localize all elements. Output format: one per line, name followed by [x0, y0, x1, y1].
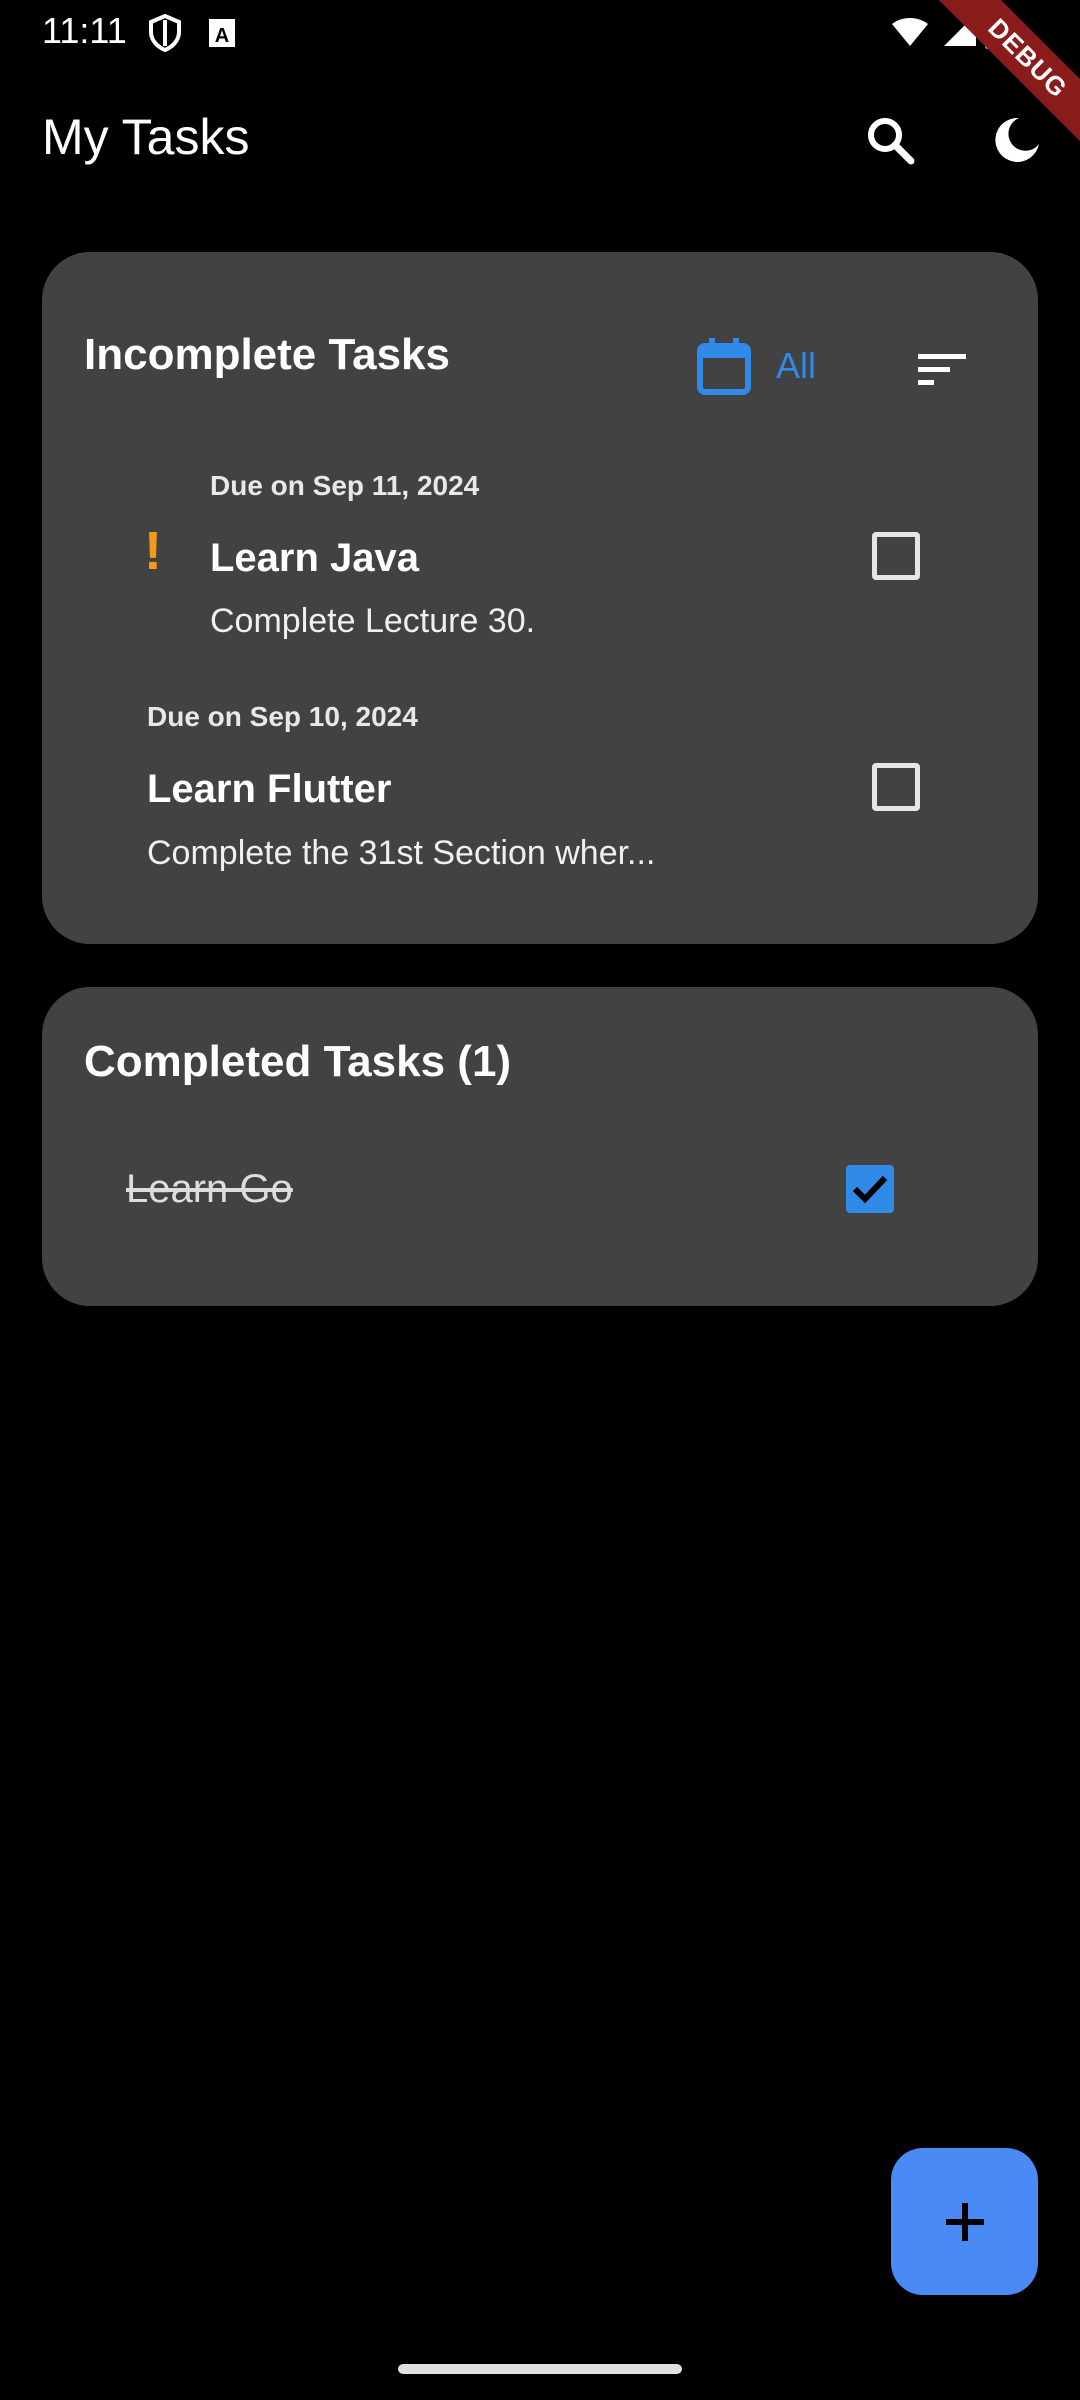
sort-button[interactable]	[902, 330, 982, 410]
date-filter-button[interactable]: All	[696, 328, 816, 404]
check-icon	[852, 1175, 888, 1204]
wifi-icon	[890, 14, 930, 53]
incomplete-tasks-title: Incomplete Tasks	[84, 330, 450, 379]
task-description: Complete Lecture 30.	[210, 602, 536, 640]
search-icon	[868, 118, 915, 165]
theme-toggle-button[interactable]	[977, 100, 1057, 180]
task-title[interactable]: Learn Java	[210, 536, 419, 581]
completed-tasks-title: Completed Tasks (1)	[84, 1037, 512, 1086]
plus-icon	[945, 2202, 984, 2241]
add-task-button[interactable]	[891, 2148, 1038, 2295]
search-button[interactable]	[850, 100, 930, 180]
page-title: My Tasks	[42, 109, 250, 165]
screen: 11:11 A DEBUG My Tasks Incomplete Tasks …	[0, 0, 1080, 2400]
completed-task-checkbox[interactable]	[846, 1165, 894, 1213]
keyboard-a-icon: A	[208, 18, 236, 53]
priority-icon: !	[144, 521, 162, 581]
dark-mode-icon	[995, 117, 1039, 162]
svg-text:A: A	[215, 25, 229, 47]
status-time: 11:11	[42, 10, 127, 51]
calendar-icon	[697, 338, 751, 395]
task-checkbox[interactable]	[872, 763, 920, 811]
gesture-nav-handle[interactable]	[398, 2364, 682, 2374]
battery-icon	[984, 12, 1006, 55]
date-filter-label: All	[776, 345, 817, 386]
task-description: Complete the 31st Section wher...	[147, 834, 656, 872]
status-bar: 11:11 A	[0, 0, 1080, 64]
shield-icon	[148, 13, 182, 57]
sort-icon	[918, 354, 966, 385]
task-title[interactable]: Learn Flutter	[147, 767, 391, 812]
completed-task-title[interactable]: Learn Go	[126, 1167, 293, 1212]
completed-tasks-card: Completed Tasks (1) Learn Go	[42, 987, 1038, 1306]
task-due-date: Due on Sep 10, 2024	[147, 701, 418, 732]
task-checkbox[interactable]	[872, 532, 920, 580]
task-due-date: Due on Sep 11, 2024	[210, 470, 480, 501]
incomplete-tasks-card: Incomplete Tasks All Due on Sep 11, 2024…	[42, 252, 1038, 944]
cell-signal-icon	[942, 12, 978, 53]
